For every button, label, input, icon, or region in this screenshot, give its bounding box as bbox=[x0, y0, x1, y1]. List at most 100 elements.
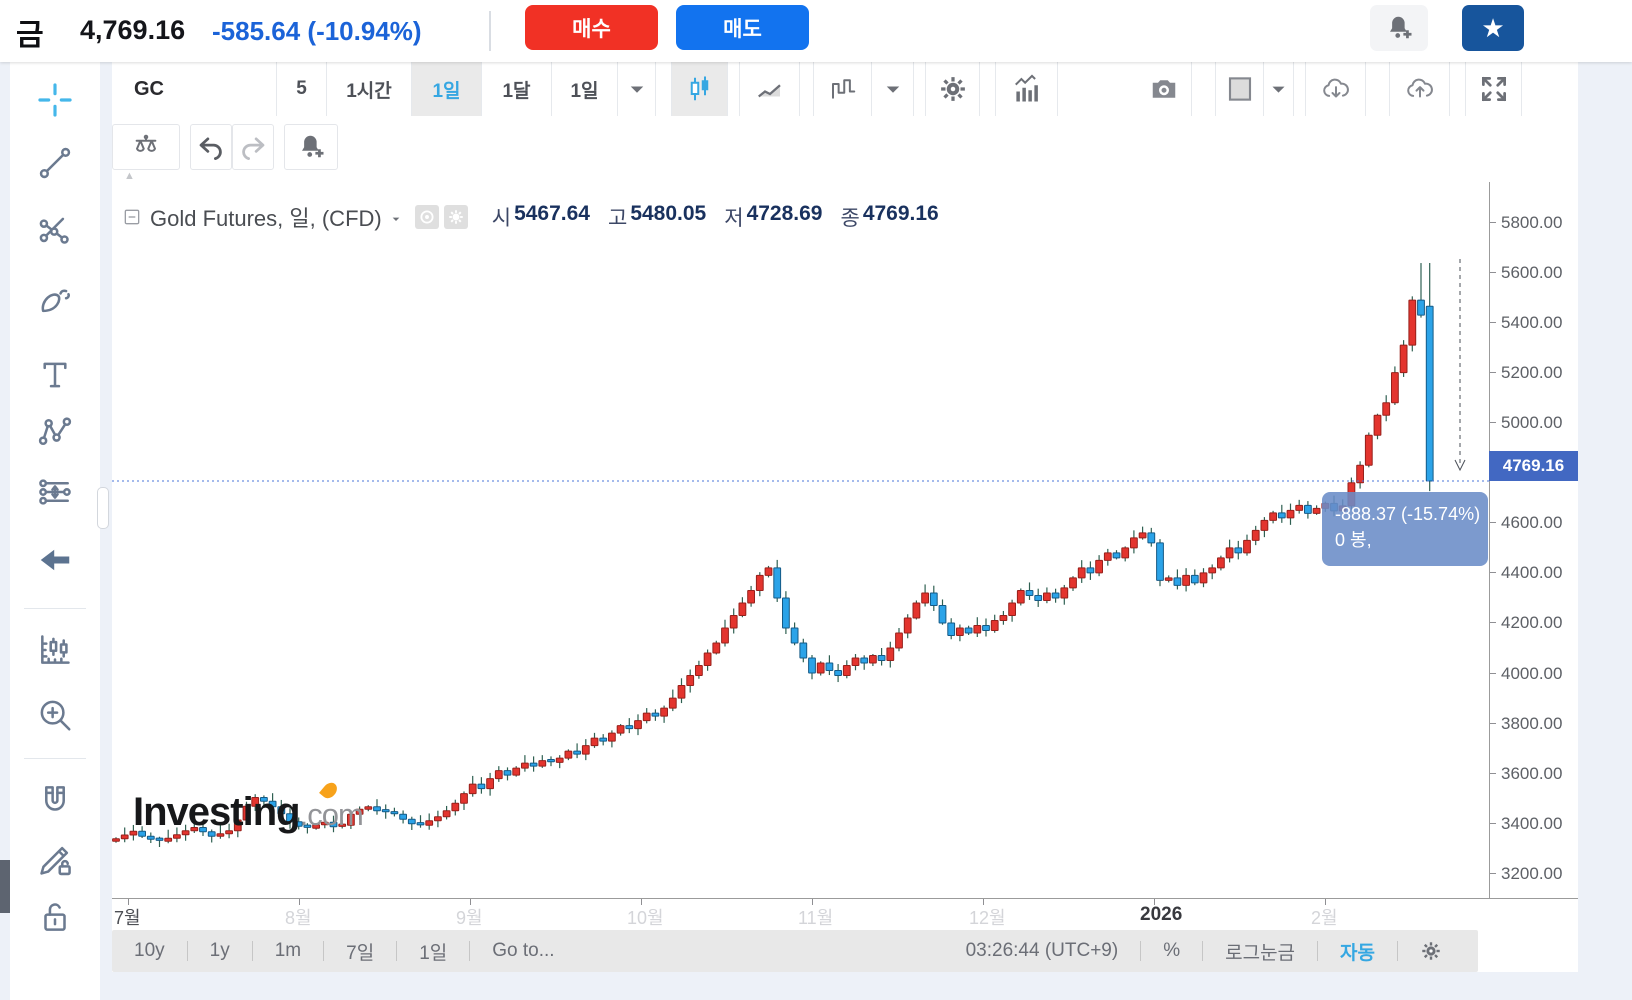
camera-icon bbox=[1149, 74, 1179, 104]
sidebar-collapse-handle[interactable] bbox=[97, 487, 109, 529]
legend-visibility-button[interactable] bbox=[415, 205, 439, 229]
buy-button[interactable]: 매수 bbox=[525, 5, 658, 50]
candles-icon bbox=[685, 74, 715, 104]
bell-plus-icon bbox=[1384, 13, 1414, 43]
interval-1d-button[interactable]: 1일 bbox=[412, 62, 482, 116]
indicators-button[interactable] bbox=[996, 62, 1058, 116]
toolbar-divider bbox=[980, 62, 996, 116]
interval-caret-button[interactable] bbox=[618, 62, 656, 116]
chevron-down-icon[interactable] bbox=[388, 211, 404, 227]
price-tick: 5600.00 bbox=[1490, 263, 1578, 283]
price-axis[interactable]: 5800.005600.005400.005200.005000.004600.… bbox=[1490, 182, 1578, 898]
price-change: -585.64 (-10.94%) bbox=[212, 16, 422, 47]
interval-1mo-button[interactable]: 1달 bbox=[482, 62, 552, 116]
chart-style-caret-button[interactable] bbox=[872, 62, 914, 116]
time-axis-label: 11월 bbox=[798, 904, 833, 930]
price-tick: 4000.00 bbox=[1490, 664, 1578, 684]
save-layout-button[interactable] bbox=[1390, 62, 1450, 116]
crosshair-tool[interactable] bbox=[10, 76, 100, 124]
zoom-in-icon bbox=[36, 696, 74, 734]
balance-icon bbox=[131, 132, 161, 162]
range-button-10y[interactable]: 10y bbox=[112, 940, 187, 962]
brush-icon bbox=[36, 280, 74, 318]
toolbar-divider bbox=[656, 62, 672, 116]
time-axis-tick bbox=[1154, 899, 1155, 905]
redo-button[interactable] bbox=[232, 124, 274, 170]
arrow-left-icon bbox=[36, 541, 74, 579]
text-icon bbox=[36, 356, 74, 394]
time-axis-label: 10월 bbox=[627, 904, 664, 930]
symbol-search-button[interactable]: GC bbox=[112, 62, 277, 116]
interval-select-value[interactable]: 1일 bbox=[552, 62, 618, 116]
load-layout-button[interactable] bbox=[1306, 62, 1366, 116]
chart-legend: Gold Futures, 일, (CFD) 시5467.64 고5480.05… bbox=[122, 200, 939, 234]
crosshair-icon bbox=[36, 81, 74, 119]
price-tick: 3200.00 bbox=[1490, 864, 1578, 884]
forecast-icon bbox=[36, 473, 74, 511]
range-button-Goto[interactable]: Go to... bbox=[470, 940, 576, 962]
sell-button[interactable]: 매도 bbox=[676, 5, 809, 50]
price-tick: 3800.00 bbox=[1490, 714, 1578, 734]
pitchfork-tool[interactable] bbox=[10, 206, 100, 254]
favorite-button[interactable]: ★ bbox=[1462, 5, 1524, 51]
fullscreen-icon bbox=[1479, 74, 1509, 104]
legend-title[interactable]: Gold Futures, 일, (CFD) bbox=[150, 201, 382, 233]
magnet-icon bbox=[36, 781, 74, 819]
open-label: 시 bbox=[492, 202, 511, 232]
brush-tool[interactable] bbox=[10, 275, 100, 323]
toolbar-divider bbox=[728, 62, 740, 116]
range-button-1[interactable]: 1일 bbox=[397, 938, 469, 965]
settings-button[interactable] bbox=[926, 62, 980, 116]
trend-line-tool[interactable] bbox=[10, 139, 100, 187]
axis-settings-button[interactable] bbox=[1398, 940, 1464, 962]
layout-caret-button[interactable] bbox=[1264, 62, 1294, 116]
caret-down-icon bbox=[1264, 74, 1293, 104]
toolbar-collapse-icon[interactable]: ▲ bbox=[124, 170, 135, 182]
layout-button[interactable] bbox=[1216, 62, 1264, 116]
price-alert-button[interactable] bbox=[1370, 5, 1428, 51]
bar-measure-tool[interactable] bbox=[10, 626, 100, 674]
cloud-down-icon bbox=[1321, 74, 1351, 104]
time-axis-tick bbox=[128, 899, 129, 905]
magnet-tool[interactable] bbox=[10, 776, 100, 824]
time-axis-tick bbox=[299, 899, 300, 905]
clock: 03:26:44 (UTC+9) bbox=[944, 940, 1141, 962]
auto-scale-button[interactable]: 자동 bbox=[1318, 938, 1397, 965]
layout-icon bbox=[1225, 74, 1255, 104]
interval-1h-button[interactable]: 1시간 bbox=[327, 62, 412, 116]
undo-button[interactable] bbox=[190, 124, 232, 170]
text-tool[interactable] bbox=[10, 351, 100, 399]
compare-scales-button[interactable] bbox=[112, 124, 180, 170]
drawing-lock-tool[interactable] bbox=[10, 836, 100, 884]
interval-5-button[interactable]: 5 bbox=[277, 62, 327, 116]
legend-settings-button[interactable] bbox=[444, 205, 468, 229]
range-button-7[interactable]: 7일 bbox=[324, 938, 396, 965]
chart-type-line-button[interactable] bbox=[740, 62, 800, 116]
toolbar-divider bbox=[1366, 62, 1390, 116]
projection-tool[interactable] bbox=[10, 468, 100, 516]
log-scale-button[interactable]: 로그눈금 bbox=[1203, 938, 1317, 965]
percent-scale-button[interactable]: % bbox=[1141, 940, 1202, 962]
snapshot-button[interactable] bbox=[1136, 62, 1192, 116]
chart-style-button[interactable] bbox=[814, 62, 872, 116]
lock-all-tool[interactable] bbox=[10, 893, 100, 941]
time-axis-tick bbox=[1325, 899, 1326, 905]
chart-type-candles-button[interactable] bbox=[672, 62, 728, 116]
hide-drawings-tool[interactable] bbox=[10, 536, 100, 584]
create-alert-button[interactable] bbox=[284, 124, 338, 170]
toolbar-divider bbox=[1450, 62, 1466, 116]
xabcd-pattern-tool[interactable] bbox=[10, 408, 100, 456]
range-button-1y[interactable]: 1y bbox=[188, 940, 252, 962]
sidebar-divider bbox=[24, 608, 86, 609]
low-label: 저 bbox=[724, 202, 743, 232]
range-button-1m[interactable]: 1m bbox=[253, 940, 323, 962]
legend-collapse-icon[interactable] bbox=[122, 207, 142, 227]
time-axis-label: 7월 bbox=[114, 904, 141, 930]
fullscreen-button[interactable] bbox=[1466, 62, 1522, 116]
zoom-in-tool[interactable] bbox=[10, 691, 100, 739]
measure-change: -888.37 (-15.74%) bbox=[1335, 501, 1488, 527]
eye-icon bbox=[418, 208, 436, 226]
time-axis-label: 8월 bbox=[285, 904, 312, 930]
page: 금 4,769.16 -585.64 (-10.94%) 매수 매도 ★ GC5… bbox=[0, 0, 1632, 1000]
toolbar-divider bbox=[1294, 62, 1306, 116]
